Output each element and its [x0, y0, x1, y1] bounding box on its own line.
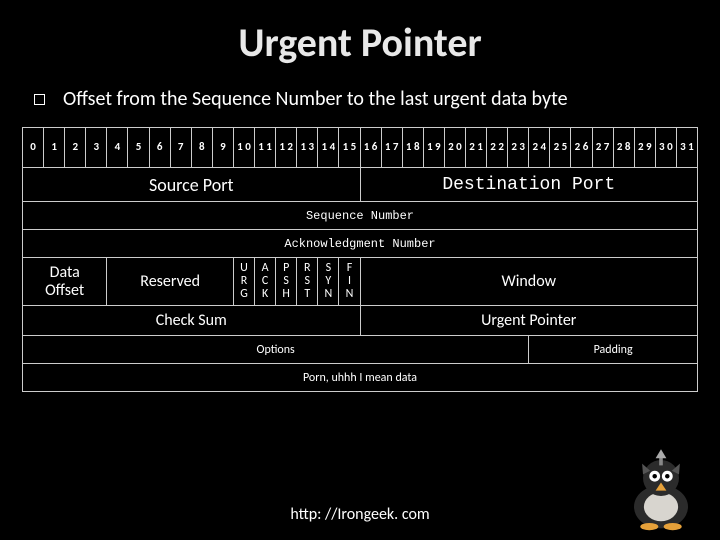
- field-padding: Padding: [529, 336, 698, 364]
- flag-psh: P S H: [276, 258, 297, 306]
- flag-ack: A C K: [255, 258, 276, 306]
- field-ack: Acknowledgment Number: [23, 230, 698, 258]
- field-payload: Porn, uhhh I mean data: [23, 364, 698, 392]
- bullet-icon: [34, 94, 45, 105]
- flag-syn: S Y N: [318, 258, 339, 306]
- field-urgent-pointer: Urgent Pointer: [360, 306, 698, 336]
- field-reserved: Reserved: [107, 258, 234, 306]
- flag-rst: R S T: [297, 258, 318, 306]
- tcp-header-diagram: 0123 4567 891 01 1 1 21 31 41 5 1 61 71 …: [22, 127, 698, 392]
- bullet-row: Offset from the Sequence Number to the l…: [0, 87, 720, 127]
- field-sequence: Sequence Number: [23, 202, 698, 230]
- slide-title: Urgent Pointer: [0, 0, 720, 87]
- field-options: Options: [23, 336, 529, 364]
- field-source-port: Source Port: [23, 168, 361, 202]
- mascot-icon: [616, 442, 706, 532]
- flag-urg: U R G: [233, 258, 254, 306]
- flag-fin: F I N: [339, 258, 360, 306]
- footer-url: http: //Irongeek. com: [0, 505, 720, 524]
- bit-ruler: 0123 4567 891 01 1 1 21 31 41 5 1 61 71 …: [23, 128, 698, 168]
- bullet-text: Offset from the Sequence Number to the l…: [63, 87, 568, 111]
- field-window: Window: [360, 258, 698, 306]
- field-dest-port: Destination Port: [360, 168, 698, 202]
- field-data-offset: Data Offset: [23, 258, 107, 306]
- field-checksum: Check Sum: [23, 306, 361, 336]
